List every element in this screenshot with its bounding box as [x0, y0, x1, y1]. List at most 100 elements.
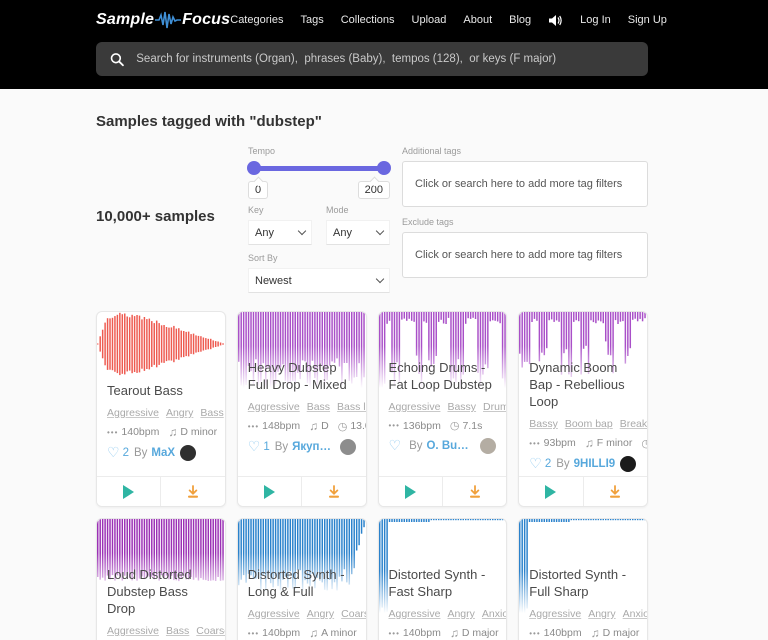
like-heart-icon[interactable]: ♡	[248, 438, 261, 455]
tag-link[interactable]: Anxious	[482, 608, 507, 620]
mode-label: Mode	[326, 205, 390, 215]
tempo-slider[interactable]	[248, 161, 390, 175]
tag-link[interactable]: Angry	[307, 608, 334, 620]
tag-link[interactable]: Aggressive	[389, 401, 441, 413]
tag-link[interactable]: Aggressive	[107, 407, 159, 419]
play-button[interactable]	[519, 477, 582, 506]
author-link[interactable]: 9HILLI9	[574, 458, 616, 470]
search-input[interactable]	[136, 53, 634, 65]
sample-title[interactable]: Distorted Synth - Fast Sharp	[389, 566, 497, 600]
sample-title[interactable]: Dynamic Boom Bap - Rebellious Loop	[529, 359, 637, 410]
tag-link[interactable]: Aggressive	[248, 401, 300, 413]
tag-link[interactable]: Aggressive	[529, 608, 581, 620]
sample-title[interactable]: Distorted Synth - Full Sharp	[529, 566, 637, 600]
sample-card: Distorted Synth - Fast Sharp Aggressive A…	[378, 518, 508, 640]
tempo-icon: •••	[248, 629, 259, 638]
avatar[interactable]	[480, 438, 496, 454]
login-button[interactable]: Log In	[580, 14, 611, 26]
duration-icon: ◷	[366, 627, 367, 640]
tag-link[interactable]: Aggressive	[107, 625, 159, 637]
tag-link[interactable]: Bass	[200, 407, 223, 419]
sample-title[interactable]: Heavy Dubstep Full Drop - Mixed	[248, 359, 356, 393]
tag-link[interactable]: Boom bap	[565, 418, 613, 430]
sort-select[interactable]: Newest	[248, 268, 390, 293]
mode-select-value: Any	[333, 227, 352, 239]
sample-card: Distorted Synth - Long & Full Aggressive…	[237, 518, 367, 640]
nav-tags[interactable]: Tags	[300, 14, 323, 26]
sample-title[interactable]: Tearout Bass	[107, 382, 215, 399]
nav-upload[interactable]: Upload	[412, 14, 447, 26]
brand-logo[interactable]: Sample Focus	[96, 11, 230, 29]
tag-link[interactable]: Bass	[166, 625, 189, 637]
download-icon	[327, 485, 341, 499]
nav-collections[interactable]: Collections	[341, 14, 395, 26]
tempo-slider-handle-max[interactable]	[377, 161, 391, 175]
like-heart-icon[interactable]: ♡	[389, 437, 402, 454]
bpm-value: 140bpm	[121, 426, 159, 438]
additional-tags-input[interactable]: Click or search here to add more tag fil…	[402, 161, 648, 207]
sample-meta: ••• 140bpm ♫ D minor ◷ 0.8s	[107, 425, 215, 439]
download-button[interactable]	[583, 477, 647, 506]
tag-link[interactable]: Drums	[483, 401, 507, 413]
key-select[interactable]: Any	[248, 220, 312, 245]
author-link[interactable]: Якупов Руслан	[292, 441, 334, 453]
duration-value: 13.0s	[350, 420, 366, 432]
tag-link[interactable]: Angry	[588, 608, 615, 620]
nav-blog[interactable]: Blog	[509, 14, 531, 26]
music-key-icon: ♫	[168, 425, 177, 439]
tag-list: AggressiveAngryAnxiousCoarse/harshColdCo…	[389, 605, 497, 622]
mode-select[interactable]: Any	[326, 220, 390, 245]
sample-title[interactable]: Distorted Synth - Long & Full	[248, 566, 356, 600]
tag-link[interactable]: Coarse/harsh	[196, 625, 225, 637]
sample-meta: ••• 140bpm ♫ D major ◷ 3.7s	[529, 626, 637, 640]
bpm-value: 93bpm	[544, 437, 576, 449]
download-button[interactable]	[160, 477, 224, 506]
waveform-preview[interactable]	[97, 312, 225, 376]
tag-link[interactable]: Anxious	[623, 608, 648, 620]
duration-icon: ◷	[641, 437, 648, 450]
avatar[interactable]	[180, 445, 196, 461]
card-footer	[519, 476, 647, 506]
tempo-icon: •••	[248, 422, 259, 431]
search-bar[interactable]	[96, 42, 648, 76]
like-heart-icon[interactable]: ♡	[529, 455, 542, 472]
play-button[interactable]	[97, 477, 160, 506]
tempo-slider-handle-min[interactable]	[247, 161, 261, 175]
tag-link[interactable]: Aggressive	[248, 608, 300, 620]
download-button[interactable]	[442, 477, 506, 506]
tempo-slider-track	[248, 166, 390, 171]
signup-button[interactable]: Sign Up	[628, 14, 667, 26]
sample-title[interactable]: Echoing Drums - Fat Loop Dubstep	[389, 359, 497, 393]
top-navbar: Sample Focus Categories Tags Collections…	[0, 0, 768, 89]
tempo-min-value[interactable]: 0	[248, 181, 268, 199]
bpm-value: 136bpm	[403, 420, 441, 432]
author-link[interactable]: MaX	[151, 447, 175, 459]
sample-title[interactable]: Loud Distorted Dubstep Bass Drop	[107, 566, 215, 617]
nav-about[interactable]: About	[463, 14, 492, 26]
tempo-max-value[interactable]: 200	[358, 181, 390, 199]
tag-link[interactable]: Angry	[447, 608, 474, 620]
by-label: By	[409, 440, 422, 452]
download-button[interactable]	[301, 477, 365, 506]
speaker-icon[interactable]	[548, 14, 563, 27]
play-button[interactable]	[379, 477, 442, 506]
exclude-tags-input[interactable]: Click or search here to add more tag fil…	[402, 232, 648, 278]
tag-link[interactable]: Bass	[307, 401, 330, 413]
result-count: 10,000+ samples	[96, 146, 248, 293]
tag-link[interactable]: Bass line	[337, 401, 366, 413]
by-label: By	[556, 458, 569, 470]
tag-link[interactable]: Angry	[166, 407, 193, 419]
tag-link[interactable]: Aggressive	[389, 608, 441, 620]
tag-link[interactable]: Breakbeat	[620, 418, 648, 430]
nav-categories[interactable]: Categories	[230, 14, 283, 26]
like-heart-icon[interactable]: ♡	[107, 444, 120, 461]
tag-link[interactable]: Bassy	[529, 418, 558, 430]
tag-link[interactable]: Bassy	[447, 401, 476, 413]
tag-link[interactable]: Coarse/harsh	[341, 608, 366, 620]
avatar[interactable]	[620, 456, 636, 472]
author-link[interactable]: O. Buhu Yew	[426, 440, 475, 452]
play-button[interactable]	[238, 477, 301, 506]
exclude-tags-label: Exclude tags	[402, 217, 648, 227]
avatar[interactable]	[340, 439, 356, 455]
download-icon	[608, 485, 622, 499]
